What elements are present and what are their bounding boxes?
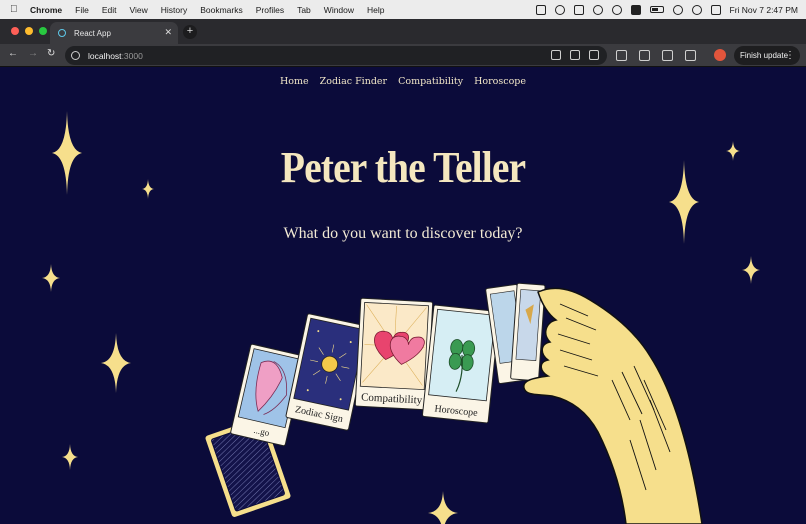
site-info-icon[interactable] [71, 51, 80, 60]
bookmark-star-icon[interactable] [589, 50, 599, 60]
site-navigation: Home Zodiac Finder Compatibility Horosco… [0, 76, 806, 87]
menu-view[interactable]: View [129, 5, 147, 15]
react-favicon-icon [58, 29, 66, 37]
menubar-clock[interactable]: Fri Nov 7 2:47 PM [730, 5, 799, 15]
menu-profiles[interactable]: Profiles [256, 5, 284, 15]
focus-icon[interactable] [592, 4, 603, 15]
notion-icon[interactable] [573, 4, 584, 15]
page-title: Peter the Teller [280, 143, 526, 192]
tab-react-app[interactable]: React App ✕ [50, 22, 178, 44]
tarot-card-horoscope[interactable]: Horoscope [422, 304, 500, 424]
tarot-illustration: ...go Zodiac Sign Compatibility Horoscop… [42, 111, 760, 524]
hangul-icon[interactable] [630, 4, 641, 15]
nav-horoscope[interactable]: Horoscope [474, 76, 526, 87]
finish-update-label: Finish update [740, 51, 789, 60]
browser-tab-strip: React App ✕ + [0, 19, 806, 44]
apple-icon[interactable]:  [10, 4, 20, 15]
reload-icon[interactable]: ↻ [47, 48, 55, 59]
sparkle-icon [62, 444, 78, 470]
forward-arrow-icon[interactable]: → [28, 48, 38, 59]
search-icon[interactable] [691, 4, 702, 15]
new-tab-button[interactable]: + [183, 25, 197, 39]
address-bar-actions [551, 50, 599, 60]
control-center-icon[interactable] [710, 4, 721, 15]
side-panel-icon[interactable] [662, 50, 673, 61]
cast-icon[interactable] [551, 50, 561, 60]
puzzle-icon[interactable] [639, 50, 650, 61]
menu-file[interactable]: File [75, 5, 89, 15]
back-arrow-icon[interactable]: ← [8, 48, 18, 59]
menu-history[interactable]: History [161, 5, 187, 15]
menu-tab[interactable]: Tab [297, 5, 311, 15]
extension-icon[interactable] [616, 50, 627, 61]
tab-title: React App [74, 28, 111, 38]
nav-compatibility[interactable]: Compatibility [398, 76, 463, 87]
reading-list-icon[interactable] [685, 50, 696, 61]
drafts-icon[interactable] [554, 4, 565, 15]
sparkle-icon [101, 333, 131, 393]
zoom-window-button[interactable] [39, 27, 47, 35]
notes-icon[interactable] [535, 4, 546, 15]
menu-app-chrome[interactable]: Chrome [30, 5, 62, 15]
menubar-status-area: Fri Nov 7 2:47 PM [535, 0, 799, 19]
macos-menubar:  Chrome File Edit View History Bookmark… [0, 0, 806, 19]
nav-zodiac-finder[interactable]: Zodiac Finder [320, 76, 387, 87]
finish-update-button[interactable]: Finish update ⋮ [734, 46, 800, 65]
minimize-window-button[interactable] [25, 27, 33, 35]
menu-bookmarks[interactable]: Bookmarks [200, 5, 243, 15]
nav-home[interactable]: Home [280, 76, 309, 87]
close-tab-icon[interactable]: ✕ [164, 27, 172, 38]
menu-edit[interactable]: Edit [102, 5, 117, 15]
toolbar-extension-icons [616, 50, 696, 61]
more-menu-icon[interactable]: ⋮ [785, 46, 795, 65]
battery-icon[interactable] [649, 6, 664, 13]
page-viewport: ...go Zodiac Sign Compatibility Horoscop… [0, 68, 806, 524]
hand-illustration [523, 287, 703, 524]
address-bar[interactable]: localhost :3000 [65, 46, 607, 65]
menu-help[interactable]: Help [367, 5, 384, 15]
sparkle-icon [428, 491, 458, 524]
close-window-button[interactable] [11, 27, 19, 35]
profile-avatar[interactable] [714, 49, 726, 61]
url-port: :3000 [121, 50, 143, 61]
menu-window[interactable]: Window [324, 5, 354, 15]
url-host: localhost [88, 50, 122, 61]
browser-toolbar: ← → ↻ localhost :3000 Finish update ⋮ [0, 44, 806, 67]
sparkle-icon [42, 264, 60, 292]
tarot-card-compatibility[interactable]: Compatibility [354, 297, 434, 411]
sparkle-icon [742, 256, 760, 284]
window-controls [11, 27, 47, 35]
translate-icon[interactable] [570, 50, 580, 60]
play-icon[interactable] [611, 4, 622, 15]
wifi-icon[interactable] [672, 4, 683, 15]
page-subtitle: What do you want to discover today? [283, 225, 523, 242]
